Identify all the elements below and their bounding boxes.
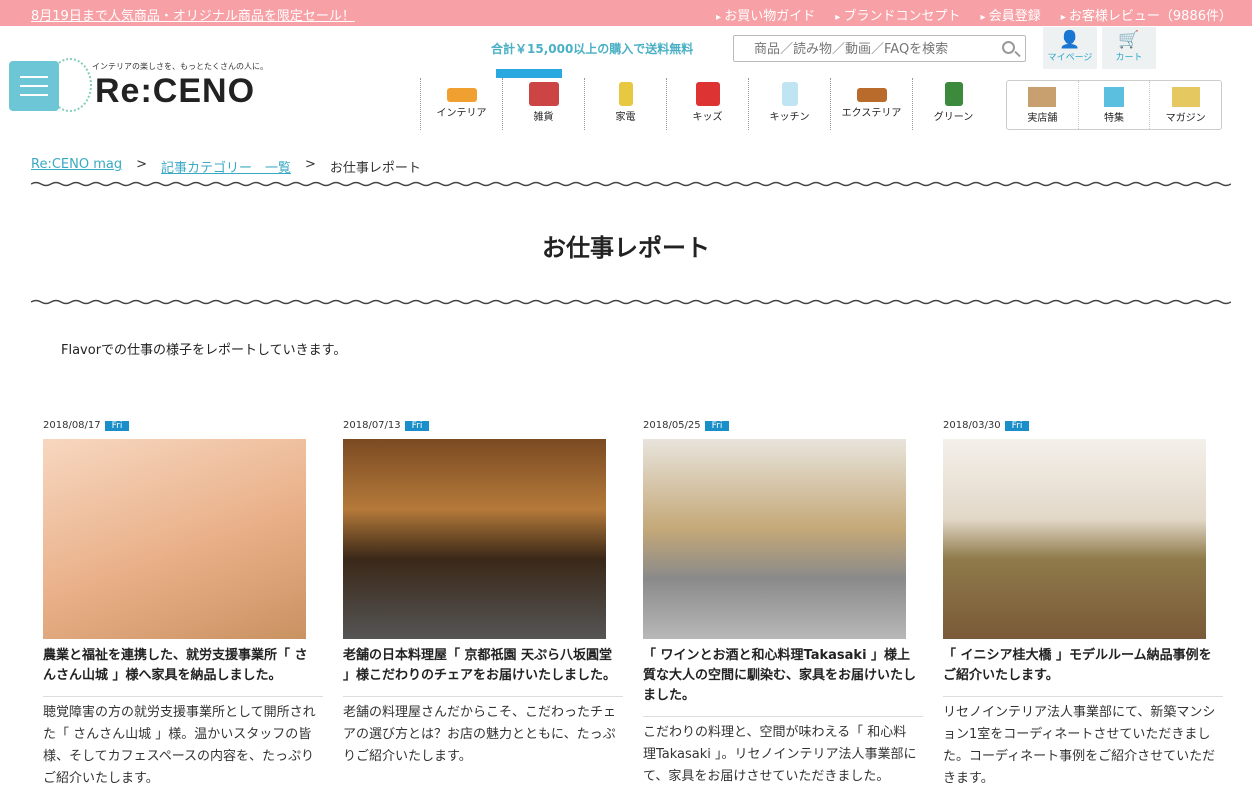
category-nav: インテリア 雑貨 家電 キッズ キッチン エクステリア グリーン: [420, 78, 994, 130]
nav-label: 実店舗: [1027, 113, 1058, 124]
nav-label: マガジン: [1165, 113, 1206, 124]
nav-store[interactable]: 実店舗: [1007, 81, 1079, 129]
nav-kids[interactable]: キッズ: [666, 78, 748, 130]
divider: [643, 716, 923, 717]
free-shipping-notice: 合計￥15,000以上の購入で送料無料: [491, 42, 694, 56]
nav-feature[interactable]: 特集: [1079, 81, 1151, 129]
sub-nav: 実店舗 特集 マガジン: [1006, 80, 1222, 130]
weekday-badge: Fri: [104, 421, 130, 431]
article-meta: 2018/07/13 Fri: [343, 420, 623, 434]
weekday-badge: Fri: [404, 421, 430, 431]
divider: [43, 696, 323, 697]
logo[interactable]: Re:CENO: [95, 72, 255, 111]
breadcrumb-separator: >: [305, 157, 316, 172]
menu-button[interactable]: [9, 61, 59, 111]
search-box: [733, 35, 1026, 62]
plant-icon: [944, 82, 963, 106]
article-date: 2018/03/30: [943, 420, 1001, 431]
breadcrumb-mag[interactable]: Re:CENO mag: [31, 157, 122, 176]
article-meta: 2018/08/17 Fri: [43, 420, 323, 434]
nav-active-indicator: [496, 69, 562, 78]
store-icon: [1028, 87, 1057, 107]
divider: [943, 696, 1223, 697]
mypage-button[interactable]: 👤 マイページ: [1043, 27, 1097, 69]
page-title: お仕事レポート: [542, 234, 710, 262]
mypage-label: マイページ: [1047, 53, 1093, 63]
basket-icon: [528, 82, 559, 106]
nav-interior[interactable]: インテリア: [420, 78, 502, 130]
star-icon: [1104, 87, 1124, 107]
sofa-icon: [446, 88, 477, 102]
article-date: 2018/05/25: [643, 420, 701, 431]
page-intro: Flavorでの仕事の様子をレポートしていきます。: [61, 343, 347, 358]
wavy-divider: [31, 181, 1231, 187]
article-description: リセノインテリア法人事業部にて、新築マンション1室をコーディネートさせていただき…: [943, 705, 1216, 786]
guide-link[interactable]: お買い物ガイド: [716, 5, 815, 24]
nav-magazine[interactable]: マガジン: [1150, 81, 1221, 129]
reviews-link[interactable]: お客様レビュー（9886件）: [1061, 5, 1232, 24]
article-date: 2018/08/17: [43, 420, 101, 431]
nav-label: 特集: [1104, 113, 1124, 124]
breadcrumb-categories[interactable]: 記事カテゴリー 一覧: [161, 157, 291, 176]
nav-appliance[interactable]: 家電: [584, 78, 666, 130]
article-description: 聴覚障害の方の就労支援事業所として開所された「 さんさん山城 」様。温かいスタッ…: [43, 705, 316, 786]
article-description: 老舗の料理屋さんだからこそ、こだわったチェアの選び方とは？お店の魅力とともに、た…: [343, 705, 617, 764]
search-input[interactable]: [752, 36, 996, 62]
nav-green[interactable]: グリーン: [912, 78, 994, 130]
article-title[interactable]: 「 ワインとお酒と和心料理Takasaki 」様上質な大人の空間に馴染む、家具を…: [643, 646, 918, 706]
nav-label: グリーン: [933, 112, 974, 123]
toy-icon: [695, 82, 720, 106]
breadcrumb-current: お仕事レポート: [329, 161, 421, 176]
article-card[interactable]: 2018/05/25 Fri 「 ワインとお酒と和心料理Takasaki 」様上質…: [643, 420, 923, 788]
cart-button[interactable]: 🛒 カート: [1102, 27, 1156, 69]
article-title[interactable]: 「 イニシア桂大橋 」モデルルーム納品事例をご紹介いたします。: [943, 646, 1218, 686]
article-image[interactable]: [643, 439, 906, 639]
nav-label: キッチン: [769, 112, 810, 123]
nav-goods[interactable]: 雑貨: [502, 78, 584, 130]
article-meta: 2018/05/25 Fri: [643, 420, 923, 434]
cart-icon: 🛒: [1118, 30, 1140, 50]
nav-label: 雑貨: [533, 112, 554, 123]
nav-label: キッズ: [692, 112, 723, 123]
tagline: インテリアの楽しさを、もっとたくさんの人に。: [92, 62, 268, 71]
article-image[interactable]: [43, 439, 306, 639]
article-card[interactable]: 2018/03/30 Fri 「 イニシア桂大橋 」モデルルーム納品事例をご紹介い…: [943, 420, 1223, 790]
brand-concept-link[interactable]: ブランドコンセプト: [835, 5, 960, 24]
article-title[interactable]: 老舗の日本料理屋「 京都祇園 天ぷら八坂圓堂 」様こだわりのチェアをお届けいたし…: [343, 646, 618, 686]
cart-label: カート: [1115, 53, 1143, 63]
weekday-badge: Fri: [704, 421, 730, 431]
breadcrumb-separator: >: [136, 157, 147, 172]
article-date: 2018/07/13: [343, 420, 401, 431]
bench-icon: [856, 88, 887, 102]
article-card[interactable]: 2018/07/13 Fri 老舗の日本料理屋「 京都祇園 天ぷら八坂圓堂 」様こ…: [343, 420, 623, 768]
nav-label: インテリア: [436, 108, 487, 119]
nav-label: 家電: [615, 112, 636, 123]
article-title[interactable]: 農業と福祉を連携した、就労支援事業所「 さんさん山城 」様へ家具を納品しました。: [43, 646, 318, 686]
article-meta: 2018/03/30 Fri: [943, 420, 1223, 434]
nav-exterior[interactable]: エクステリア: [830, 78, 912, 130]
glass-icon: [781, 82, 798, 106]
breadcrumb: Re:CENO mag > 記事カテゴリー 一覧 > お仕事レポート: [31, 157, 421, 176]
nav-label: エクステリア: [841, 108, 902, 119]
book-icon: [1171, 87, 1200, 107]
user-icon: 👤: [1059, 30, 1081, 50]
wavy-divider: [31, 299, 1231, 305]
top-announcement-bar: 8月19日まで人気商品・オリジナル商品を限定セール！ お買い物ガイド ブランドコ…: [0, 0, 1252, 26]
article-card[interactable]: 2018/08/17 Fri 農業と福祉を連携した、就労支援事業所「 さんさん山城…: [43, 420, 323, 790]
top-links: お買い物ガイド ブランドコンセプト 会員登録 お客様レビュー（9886件）: [716, 5, 1232, 24]
article-description: こだわりの料理と、空間が味わえる「 和心料理Takasaki 」。リセノインテリ…: [643, 725, 917, 784]
search-icon[interactable]: [1002, 41, 1015, 54]
fan-icon: [618, 82, 633, 106]
nav-kitchen[interactable]: キッチン: [748, 78, 830, 130]
weekday-badge: Fri: [1004, 421, 1030, 431]
article-image[interactable]: [343, 439, 606, 639]
divider: [343, 696, 623, 697]
sale-link[interactable]: 8月19日まで人気商品・オリジナル商品を限定セール！: [31, 5, 355, 24]
article-image[interactable]: [943, 439, 1206, 639]
register-link[interactable]: 会員登録: [980, 5, 1041, 24]
